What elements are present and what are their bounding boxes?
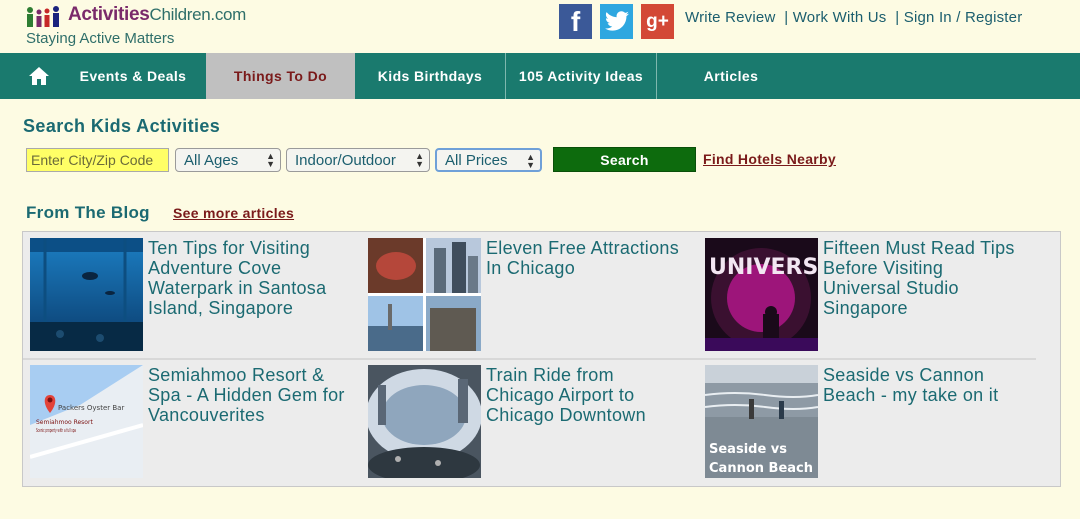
- blog-title: From The Blog: [26, 203, 150, 222]
- family-logo-icon: [27, 6, 59, 27]
- aquarium-thumbnail: [30, 238, 143, 351]
- blog-card[interactable]: Ten Tips for Visiting Adventure Cove Wat…: [30, 238, 360, 356]
- blog-card[interactable]: Packers Oyster Bar Semiahmoo Resort Scen…: [30, 365, 360, 483]
- blog-card-title: Train Ride from Chicago Airport to Chica…: [486, 365, 646, 425]
- select-arrows-icon: ▲ ▼: [266, 151, 275, 169]
- logo-tagline: Staying Active Matters: [26, 30, 175, 47]
- search-button[interactable]: Search: [553, 147, 696, 172]
- nav-events-deals[interactable]: Events & Deals: [60, 53, 206, 99]
- universal-studios-thumbnail: UNIVERS: [705, 238, 818, 351]
- map-pin-label: Semiahmoo Resort: [36, 419, 93, 426]
- main-nav: Events & Deals Things To Do Kids Birthda…: [0, 53, 1080, 99]
- blog-card[interactable]: Eleven Free Attractions In Chicago: [368, 238, 698, 356]
- blog-card-title: Seaside vs Cannon Beach - my take on it: [823, 365, 999, 405]
- blog-panel: Ten Tips for Visiting Adventure Cove Wat…: [22, 231, 1061, 487]
- top-links: Write Review | Work With Us | Sign In / …: [685, 9, 1022, 26]
- indoor-outdoor-select[interactable]: Indoor/Outdoor ▲ ▼: [286, 148, 430, 172]
- ages-select-value: All Ages: [184, 151, 239, 169]
- map-thumbnail: Packers Oyster Bar Semiahmoo Resort Scen…: [30, 365, 143, 478]
- house-icon: [29, 67, 49, 85]
- setting-select-value: Indoor/Outdoor: [295, 151, 396, 169]
- googleplus-icon[interactable]: g+: [641, 4, 674, 39]
- map-note-label: Scenic property with a full spa: [36, 428, 76, 434]
- select-arrows-icon: ▲ ▼: [526, 152, 535, 170]
- link-separator: |: [784, 9, 789, 26]
- logo-wordmark: ActivitiesChildren.com: [68, 4, 247, 25]
- work-with-us-link[interactable]: Work With Us: [793, 9, 887, 26]
- beach-overlay-line1: Seaside vs: [709, 442, 787, 457]
- search-title: Search Kids Activities: [23, 116, 221, 136]
- site-logo[interactable]: ActivitiesChildren.com Staying Active Ma…: [26, 2, 246, 50]
- nav-things-to-do[interactable]: Things To Do: [206, 53, 355, 99]
- twitter-bird-icon: [604, 10, 629, 31]
- nav-activity-ideas[interactable]: 105 Activity Ideas: [506, 53, 657, 99]
- blog-card[interactable]: Seaside vs Cannon Beach Seaside vs Canno…: [705, 365, 1035, 483]
- twitter-icon[interactable]: [600, 4, 633, 39]
- blog-card[interactable]: Train Ride from Chicago Airport to Chica…: [368, 365, 698, 483]
- blog-card-title: Eleven Free Attractions In Chicago: [486, 238, 679, 278]
- prices-select[interactable]: All Prices ▲ ▼: [435, 148, 542, 172]
- beach-overlay-line2: Cannon Beach: [709, 461, 813, 476]
- row-divider: [23, 358, 1036, 360]
- universal-sign-text: UNIVERS: [709, 255, 818, 280]
- blog-card-title: Semiahmoo Resort & Spa - A Hidden Gem fo…: [148, 365, 345, 425]
- nav-kids-birthdays[interactable]: Kids Birthdays: [355, 53, 506, 99]
- link-separator: |: [895, 9, 900, 26]
- see-more-articles-link[interactable]: See more articles: [173, 205, 294, 221]
- blog-card-title: Ten Tips for Visiting Adventure Cove Wat…: [148, 238, 327, 318]
- prices-select-value: All Prices: [445, 151, 508, 169]
- city-zip-input[interactable]: [26, 148, 169, 172]
- cloud-gate-thumbnail: [368, 365, 481, 478]
- select-arrows-icon: ▲ ▼: [415, 151, 424, 169]
- home-icon[interactable]: [22, 53, 56, 99]
- sign-in-link[interactable]: Sign In / Register: [904, 9, 1023, 26]
- nav-articles[interactable]: Articles: [657, 53, 805, 99]
- write-review-link[interactable]: Write Review: [685, 9, 775, 26]
- map-place-label: Packers Oyster Bar: [58, 404, 124, 412]
- facebook-icon[interactable]: f: [559, 4, 592, 39]
- chicago-collage-thumbnail: [368, 238, 481, 351]
- ages-select[interactable]: All Ages ▲ ▼: [175, 148, 281, 172]
- find-hotels-link[interactable]: Find Hotels Nearby: [703, 151, 836, 167]
- blog-card-title: Fifteen Must Read Tips Before Visiting U…: [823, 238, 1015, 318]
- beach-thumbnail: Seaside vs Cannon Beach: [705, 365, 818, 478]
- blog-card[interactable]: UNIVERS Fifteen Must Read Tips Before Vi…: [705, 238, 1035, 356]
